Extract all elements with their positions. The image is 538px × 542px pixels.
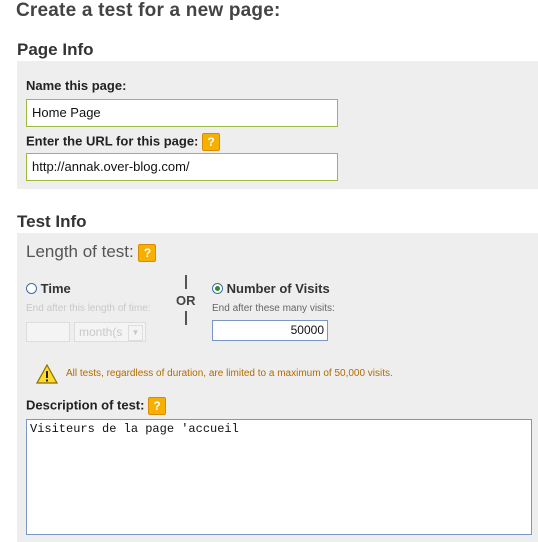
or-divider-label: OR — [176, 293, 196, 308]
page-url-input[interactable]: http://annak.over-blog.com/ — [26, 153, 338, 181]
description-label: Description of test: — [26, 397, 145, 413]
description-help-icon[interactable]: ? — [148, 397, 167, 415]
visits-option[interactable]: Number of Visits — [212, 281, 330, 296]
page-info-panel: Name this page: Home Page Enter the URL … — [17, 61, 538, 189]
visit-limit-warning: All tests, regardless of duration, are l… — [66, 368, 393, 379]
time-unit-select[interactable]: month(s ▼ — [74, 322, 146, 342]
length-of-test-label: Length of test: — [26, 242, 134, 261]
url-label: Enter the URL for this page: ? — [26, 133, 221, 151]
length-of-test-heading: Length of test: ? — [26, 242, 157, 262]
or-divider-bottom — [185, 311, 187, 325]
page-info-section-title: Page Info — [17, 40, 94, 59]
visits-hint: End after these many visits: — [212, 303, 335, 314]
time-hint: End after this length of time: — [26, 303, 151, 314]
description-textarea[interactable]: Visiteurs de la page 'accueil — [26, 419, 532, 535]
time-option-label: Time — [40, 281, 71, 296]
url-help-icon[interactable]: ? — [202, 133, 221, 151]
visits-input[interactable]: 50000 — [212, 320, 328, 341]
time-option[interactable]: Time — [26, 281, 71, 296]
page-name-input[interactable]: Home Page — [26, 99, 338, 127]
visits-radio[interactable] — [212, 283, 223, 294]
warning-icon — [35, 363, 59, 389]
length-help-icon[interactable]: ? — [138, 243, 157, 262]
test-info-panel: Length of test: ? Time End after this le… — [17, 233, 538, 542]
test-info-section-title: Test Info — [17, 212, 87, 231]
name-label: Name this page: — [26, 78, 127, 93]
visits-option-label: Number of Visits — [226, 281, 330, 296]
time-unit-value: month(s — [79, 325, 123, 339]
description-label-row: Description of test: ? — [26, 397, 167, 415]
chevron-down-icon: ▼ — [128, 325, 143, 341]
or-divider-top — [185, 275, 187, 289]
url-label-text: Enter the URL for this page: — [26, 133, 199, 149]
page-title: Create a test for a new page: — [16, 0, 281, 21]
time-radio[interactable] — [26, 283, 37, 294]
time-length-input[interactable] — [26, 322, 70, 342]
